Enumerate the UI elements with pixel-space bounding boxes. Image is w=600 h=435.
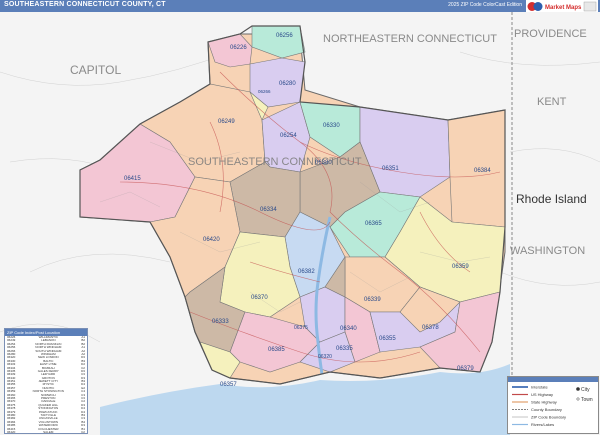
zip-label-06420: 06420	[203, 237, 220, 243]
title-bar: SOUTHEASTERN CONNECTICUT COUNTY, CT 2025…	[0, 0, 600, 12]
zip-label-06333: 06333	[212, 319, 229, 325]
map-key-graphic: Interstate US Highway State Highway County …	[508, 377, 598, 427]
map-title: SOUTHEASTERN CONNECTICUT COUNTY, CT	[4, 1, 166, 8]
zip-label-06335: 06335	[336, 346, 353, 352]
town-marker-label: Town	[581, 397, 593, 403]
legend-cell: 06420	[7, 429, 16, 434]
zip-label-06378: 06378	[422, 325, 439, 331]
zip-label-06384: 06384	[474, 168, 491, 174]
key-label: County Boundary	[531, 407, 562, 412]
city-marker-label: City	[581, 387, 590, 393]
region-label-northeastern: NORTHEASTERN CONNECTICUT	[323, 33, 497, 45]
legend-cell: SALEM	[43, 429, 54, 434]
zip-label-06359: 06359	[452, 264, 469, 270]
zip-label-06370: 06370	[251, 295, 268, 301]
zip-label-06375: 06375	[294, 325, 308, 331]
key-label: US Highway	[531, 392, 553, 397]
zip-label-06379: 06379	[457, 366, 474, 372]
key-label: Rivers/Lakes	[531, 422, 554, 427]
map-key: Interstate US Highway State Highway County …	[507, 376, 599, 434]
edition-label: 2025 ZIP Code ColorCast Edition	[448, 2, 522, 8]
key-rows: Interstate US Highway State Highway County …	[512, 385, 566, 427]
region-label-providence: PROVIDENCE	[514, 28, 587, 40]
key-label: ZIP Code Boundary	[531, 415, 566, 420]
key-label: State Highway	[531, 400, 557, 405]
zip-label-06351: 06351	[382, 166, 399, 172]
zip-label-06254: 06254	[280, 133, 297, 139]
county-center-label: SOUTHEASTERN CONNECTICUT	[188, 156, 362, 168]
zip-label-06249: 06249	[218, 119, 235, 125]
key-label: Interstate	[531, 385, 548, 390]
legend-cell: C2	[81, 429, 85, 434]
zip-index-legend: ZIP Code Index/Post Location 06226 WILLIM…	[4, 328, 88, 434]
zip-label-06334: 06334	[260, 207, 277, 213]
zip-label-06382: 06382	[298, 269, 315, 275]
zip-label-06339: 06339	[364, 297, 381, 303]
legend-row: 06420 SALEM C2	[5, 429, 87, 434]
zip-label-06226: 06226	[230, 45, 247, 51]
region-label-kent: KENT	[537, 96, 567, 108]
zip-label-06355: 06355	[379, 336, 396, 342]
region-label-capitol: CAPITOL	[70, 63, 121, 77]
zip-label-06380: 06380	[315, 160, 332, 166]
zip-label-06256: 06256	[276, 33, 293, 39]
zip-label-06415: 06415	[124, 176, 141, 182]
zip-label-06330: 06330	[323, 123, 340, 129]
zip-label-06357: 06357	[220, 382, 237, 388]
zip-label-06320: 06320	[318, 354, 332, 360]
zip-label-06266: 06266	[258, 89, 271, 94]
zip-label-06280: 06280	[279, 81, 296, 87]
town-marker-icon	[576, 397, 580, 401]
region-label-rhode-island: Rhode Island	[516, 192, 587, 206]
zip-label-06365: 06365	[365, 221, 382, 227]
city-marker-icon	[576, 387, 580, 391]
map-frame: SOUTHEASTERN CONNECTICUT COUNTY, CT 2025…	[0, 0, 600, 435]
zip-label-06385: 06385	[268, 347, 285, 353]
zip-label-06340: 06340	[340, 326, 357, 332]
legend-rows: 06226 WILLIMANTIC A1 06249 LEBANON B2 06254 NOR…	[5, 335, 87, 434]
zip-map: CAPITOL NORTHEASTERN CONNECTICUT PROVIDE…	[0, 12, 600, 435]
logo-text: Market Maps	[545, 5, 582, 11]
region-label-washington: WASHINGTON	[510, 245, 585, 257]
